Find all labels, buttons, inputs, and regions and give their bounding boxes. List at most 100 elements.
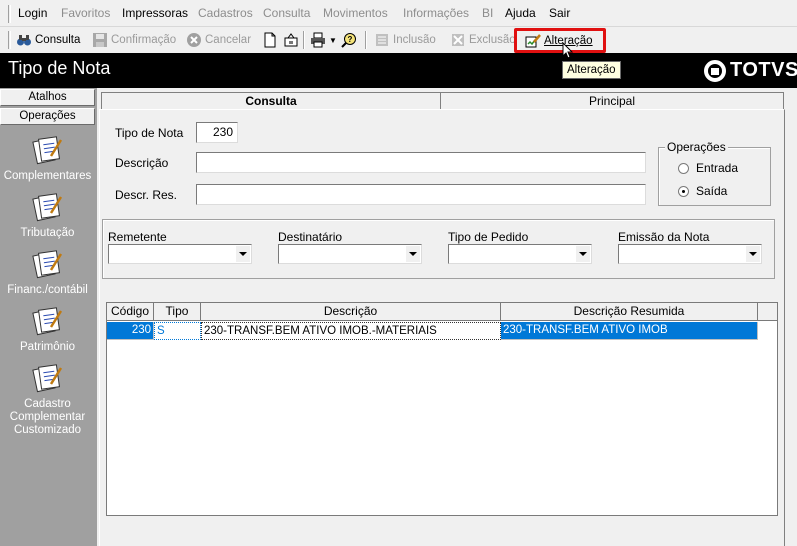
toolbar-grip	[8, 31, 11, 49]
svg-text:?: ?	[348, 35, 353, 44]
left-panel: Atalhos Operações Complementares Tributa…	[0, 88, 97, 546]
totvs-logo-text: TOTVS	[730, 59, 797, 81]
sidebar-item-label: Cadastro Complementar Customizado	[9, 398, 86, 436]
tipo-pedido-select[interactable]	[448, 244, 592, 264]
documents-icon	[31, 362, 65, 394]
menu-bar: Login Favoritos Impressoras Cadastros Co…	[0, 0, 797, 27]
radio-entrada-dot[interactable]	[678, 162, 689, 174]
sidebar-item-patrimonio[interactable]: Patrimônio	[0, 305, 95, 354]
descr-res-field[interactable]	[196, 184, 646, 205]
add-record-icon	[374, 32, 390, 48]
documents-icon	[31, 305, 65, 337]
exclusao-label: Exclusão	[469, 34, 516, 46]
operacoes-groupbox: Operações Entrada Saída	[658, 140, 771, 206]
table-cell-tipo[interactable]: S	[154, 322, 201, 340]
cancelar-label: Cancelar	[205, 34, 252, 46]
destinatario-label: Destinatário	[278, 230, 343, 244]
tab-consulta[interactable]: Consulta	[101, 92, 441, 110]
column-header-filler	[758, 303, 778, 321]
exclusao-button[interactable]: Exclusão	[450, 30, 516, 50]
title-bar: Tipo de Nota TOTVS	[0, 53, 797, 88]
column-header-descricao-resumida[interactable]: Descrição Resumida	[501, 303, 758, 321]
documents-icon	[31, 134, 65, 166]
main-panel: Principal Consulta Tipo de Nota 230 Desc…	[97, 88, 797, 546]
edit-record-icon	[525, 33, 541, 49]
chevron-down-icon: ▼	[329, 35, 337, 45]
radio-entrada[interactable]: Entrada	[678, 161, 738, 175]
sidebar-item-financ-contabil[interactable]: Financ./contábil	[0, 248, 95, 297]
menu-movimentos[interactable]: Movimentos	[323, 6, 388, 20]
toolbar-separator	[365, 31, 367, 49]
sidebar-item-tributacao[interactable]: Tributação	[0, 191, 95, 240]
operacoes-header[interactable]: Operações	[0, 108, 95, 125]
menu-ajuda[interactable]: Ajuda	[505, 6, 536, 20]
descr-res-label: Descr. Res.	[115, 188, 178, 202]
help-magnifier-icon: ?	[341, 32, 357, 48]
alteracao-button[interactable]: Alteração	[514, 28, 606, 53]
menu-cadastros[interactable]: Cadastros	[198, 6, 253, 20]
page-title: Tipo de Nota	[8, 58, 111, 78]
atalhos-header[interactable]: Atalhos	[0, 89, 95, 106]
documents-icon	[31, 191, 65, 223]
consulta-button[interactable]: Consulta	[16, 30, 80, 50]
printer-icon	[310, 32, 326, 48]
menu-login[interactable]: Login	[18, 6, 47, 20]
table-cell-descricao-resumida[interactable]: 230-TRANSF.BEM ATIVO IMOB	[501, 322, 758, 340]
chevron-down-icon[interactable]	[406, 246, 420, 262]
toolbar: Consulta Confirmação Cancelar ▼ ? Inclus…	[0, 27, 797, 53]
emissao-nota-label: Emissão da Nota	[618, 230, 710, 244]
descricao-label: Descrição	[115, 156, 169, 170]
column-header-tipo[interactable]: Tipo	[154, 303, 201, 321]
radio-saida-label: Saída	[696, 184, 728, 198]
menu-consulta[interactable]: Consulta	[263, 6, 310, 20]
chevron-down-icon[interactable]	[746, 246, 760, 262]
results-grid[interactable]: Código Tipo Descrição Descrição Resumida…	[106, 302, 778, 516]
tipo-nota-field[interactable]: 230	[196, 122, 238, 143]
inclusao-button[interactable]: Inclusão	[374, 30, 436, 50]
sidebar-item-label: Complementares	[3, 170, 92, 182]
documents-icon	[31, 248, 65, 280]
consulta-label: Consulta	[35, 34, 81, 46]
menu-informacoes[interactable]: Informações	[403, 6, 469, 20]
toolbar-separator	[303, 31, 305, 49]
open-folder-icon	[283, 32, 299, 48]
binoculars-icon	[16, 32, 32, 48]
column-header-descricao[interactable]: Descrição	[201, 303, 501, 321]
descricao-field[interactable]	[196, 152, 646, 173]
open-button[interactable]	[283, 30, 302, 50]
delete-record-icon	[450, 32, 466, 48]
cancelar-button[interactable]: Cancelar	[186, 30, 251, 50]
totvs-logo: TOTVS	[704, 59, 797, 82]
destinatario-select[interactable]	[278, 244, 422, 264]
chevron-down-icon[interactable]	[576, 246, 590, 262]
help-button[interactable]: ?	[341, 30, 360, 50]
menu-favoritos[interactable]: Favoritos	[61, 6, 110, 20]
table-cell-codigo[interactable]: 230	[107, 322, 154, 340]
new-document-button[interactable]	[262, 30, 281, 50]
chevron-down-icon[interactable]	[236, 246, 250, 262]
menu-impressoras[interactable]: Impressoras	[122, 6, 188, 20]
radio-saida-dot[interactable]	[678, 185, 689, 197]
table-cell-descricao[interactable]: 230-TRANSF.BEM ATIVO IMOB.-MATERIAIS	[201, 322, 501, 340]
tooltip: Alteração	[562, 61, 621, 79]
new-document-icon	[262, 32, 278, 48]
sidebar-item-label: Patrimônio	[20, 341, 75, 353]
emissao-nota-select[interactable]	[618, 244, 762, 264]
menu-grip	[8, 5, 11, 23]
sidebar-item-complementares[interactable]: Complementares	[0, 134, 95, 183]
print-button[interactable]: ▼	[310, 30, 337, 50]
save-icon	[92, 32, 108, 48]
radio-saida[interactable]: Saída	[678, 184, 727, 198]
menu-bi[interactable]: BI	[482, 6, 493, 20]
sidebar-item-label: Financ./contábil	[7, 284, 88, 296]
sidebar-item-cadastro-complementar[interactable]: Cadastro Complementar Customizado	[0, 362, 95, 437]
inclusao-label: Inclusão	[393, 34, 436, 46]
tab-principal[interactable]: Principal	[440, 92, 784, 110]
totvs-logo-icon	[704, 59, 726, 82]
confirmacao-button[interactable]: Confirmação	[92, 30, 176, 50]
filters-groupbox: Remetente Destinatário Tipo de Pedido Em…	[102, 219, 775, 279]
column-header-codigo[interactable]: Código	[107, 303, 154, 321]
remetente-select[interactable]	[108, 244, 252, 264]
radio-entrada-label: Entrada	[696, 161, 739, 175]
menu-sair[interactable]: Sair	[549, 6, 570, 20]
